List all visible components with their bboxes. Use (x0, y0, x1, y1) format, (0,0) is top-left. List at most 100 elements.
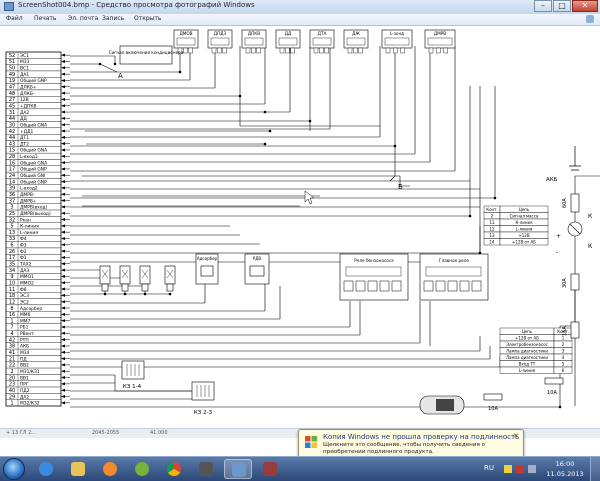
pin-name: К-линия (20, 224, 39, 230)
taskbar-ie[interactable] (32, 459, 60, 479)
pin-arrow (61, 281, 65, 285)
taskbar-film[interactable] (192, 459, 220, 479)
pin-number: 21 (9, 356, 15, 362)
junction-dot (558, 405, 562, 409)
relay-pin (367, 280, 378, 292)
pin-name: ЭС1 (20, 53, 29, 59)
x2-circuit: +12В (518, 233, 529, 238)
node-a-label: А (118, 72, 123, 80)
language-indicator[interactable]: RU (484, 464, 494, 472)
system-tray: RU 16:00 11.05.2013 (480, 457, 600, 481)
relay-pin (343, 280, 354, 292)
pin-arrow (61, 293, 65, 297)
sensor-pin (436, 47, 441, 54)
pin-number: 12 (9, 299, 15, 305)
pin-name: ММО1 (20, 274, 34, 280)
injector-nozzle (101, 283, 109, 292)
sensor-pin (183, 47, 188, 54)
pin-name: +ДД1 (20, 129, 34, 135)
pin-number: 24 (9, 173, 15, 179)
menu-print[interactable]: Печать (34, 15, 56, 22)
fuse-30a-label: 30А (562, 278, 568, 288)
tray-icon-1[interactable] (504, 465, 512, 473)
pin-name: +ДПКВ (20, 103, 37, 109)
sensor-label: ДПКВ (248, 31, 260, 36)
adsorber-label: Адсорбер (197, 256, 218, 261)
pin-arrow (61, 312, 65, 316)
fuel-pump (419, 395, 465, 415)
x2-contact: 13 (489, 233, 495, 238)
pin-arrow (61, 129, 65, 133)
taskbar-media[interactable] (96, 459, 124, 479)
pin-arrow (61, 59, 65, 63)
pin-number: 16 (9, 312, 15, 318)
sensor-pin (393, 47, 398, 54)
k-letter-upper: К (588, 213, 593, 220)
pin-name: МЗ4 (20, 350, 30, 356)
pin-arrow (61, 350, 65, 354)
menu-file[interactable]: Файл (6, 15, 23, 22)
menu-email[interactable]: Эл. почта (68, 15, 98, 22)
pin-number: 47 (9, 85, 15, 91)
notification-close-icon[interactable]: ✕ (513, 432, 519, 440)
pin-arrow (61, 388, 65, 392)
pin-arrow (61, 192, 65, 196)
diag-contact: 5 (562, 361, 565, 366)
menu-burn[interactable]: Запись (102, 15, 124, 22)
pin-number: 17 (9, 255, 15, 261)
relay-pin (447, 280, 458, 292)
x2-circuit: К-линия (515, 220, 533, 225)
taskbar-utorrent[interactable] (128, 459, 156, 479)
pin-number: 2 (10, 369, 13, 375)
pin-arrow (61, 274, 65, 278)
taskbar-explorer[interactable] (64, 459, 92, 479)
pin-name: ВВ1 (20, 375, 29, 381)
sensor-pin (428, 47, 434, 54)
taskbar-photo-viewer[interactable] (224, 459, 252, 479)
menu-open[interactable]: Открыть (134, 15, 161, 22)
windows-flag-icon (305, 436, 317, 448)
sensor-pin (324, 47, 329, 54)
volume-icon[interactable] (528, 465, 536, 473)
pin-arrow (61, 205, 65, 209)
battery-section: АКБ 60А К К 30А 15А + - (546, 146, 593, 339)
pin-number: 18 (9, 293, 15, 299)
junction-dot (268, 129, 272, 133)
clock-date: 11.05.2013 (546, 470, 584, 478)
photo-viewer-icon (4, 2, 14, 11)
ecu-pin-list: 52 ЭС151 МЗЗ50 ВС149 ДА119 Общий GNP47 ДЛКБ+48… (5, 51, 70, 407)
image-canvas: 52 ЭС1 51 МЗЗ 50 ВС1 49 ДА1 19 Общий GNP 47 ДЛКБ+ 48… (0, 26, 600, 428)
notification-body: Щелкните это сообщение, чтобы получить с… (323, 442, 486, 455)
pin-arrow (61, 154, 65, 158)
start-button[interactable] (3, 458, 25, 480)
sensor-5: ДТА (309, 29, 335, 54)
pin-arrow (61, 376, 65, 380)
help-icon[interactable] (586, 15, 594, 23)
taskbar-app[interactable] (256, 459, 284, 479)
clock[interactable]: 16:00 11.05.2013 (542, 459, 588, 479)
close-button[interactable]: ✕ (572, 0, 598, 12)
pin-name: ПД2 (20, 388, 30, 394)
junction-dot (168, 292, 172, 296)
pin-number: 8 (10, 306, 13, 312)
junction-dot (113, 62, 117, 66)
injector-nozzle (166, 283, 174, 292)
relay-pin (391, 280, 402, 292)
sensor-pin (319, 47, 324, 54)
pin-arrow (61, 344, 65, 348)
show-desktop-button[interactable] (590, 457, 600, 481)
pin-arrow (61, 236, 65, 240)
junction-dot (493, 196, 497, 200)
injector-1 (99, 265, 111, 292)
injector-body (119, 265, 131, 285)
relay-pin (471, 280, 482, 292)
taskbar-chrome[interactable] (160, 459, 188, 479)
pin-number: 13 (9, 230, 15, 236)
tray-icon-2[interactable] (516, 465, 524, 473)
minimize-button[interactable]: – (534, 0, 552, 12)
pin-number: 19 (9, 78, 15, 84)
pin-arrow (61, 123, 65, 127)
pin-arrow (61, 186, 65, 190)
maximize-button[interactable]: □ (553, 0, 571, 12)
pin-number: 20 (9, 375, 15, 381)
